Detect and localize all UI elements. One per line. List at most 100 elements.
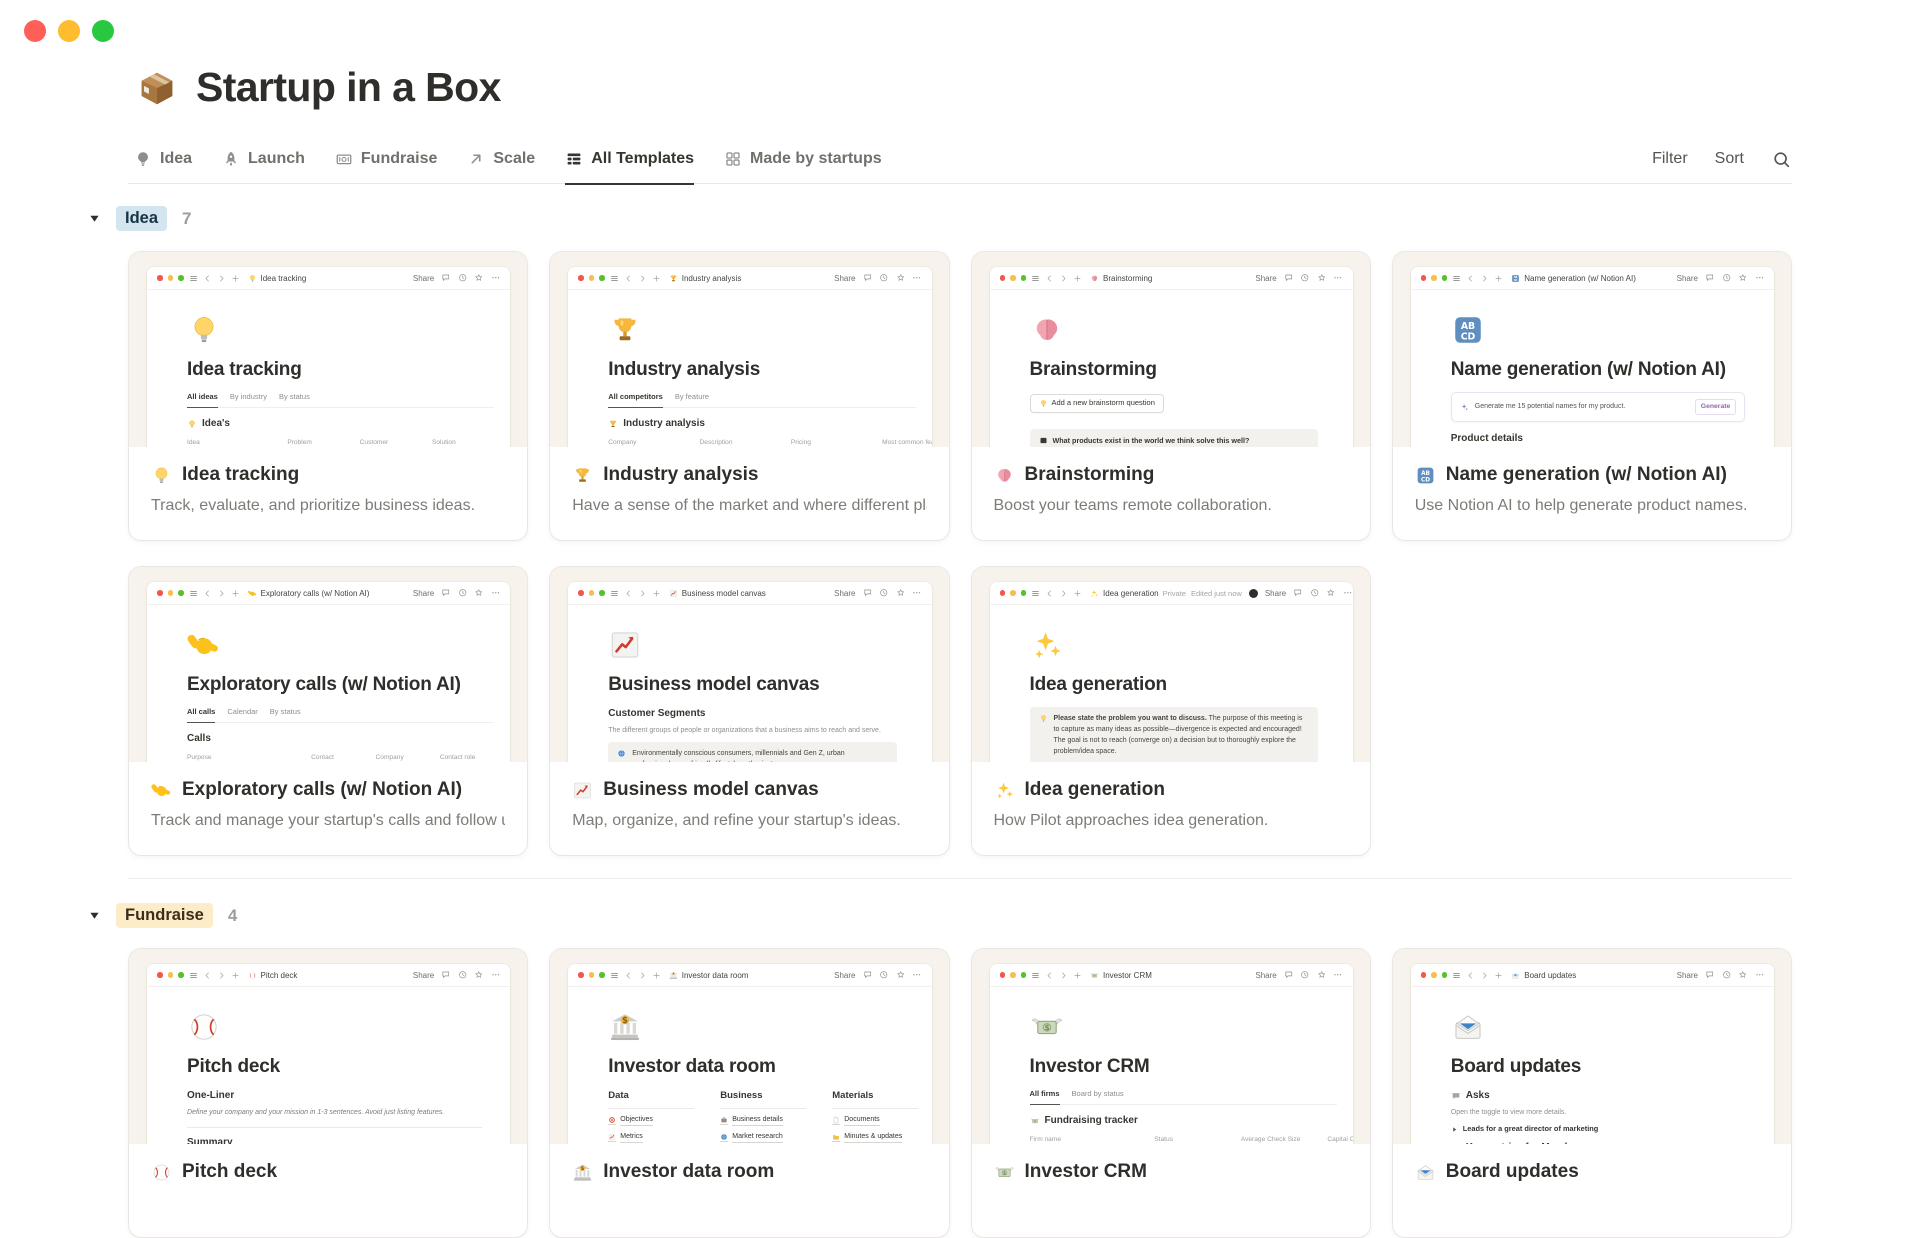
table-column-header: Purpose (187, 751, 301, 762)
mini-zoom-icon (1441, 275, 1448, 281)
window-controls (24, 20, 114, 42)
chev-right-icon (217, 971, 226, 980)
abcd-icon: AB CD (1415, 465, 1436, 486)
preview-view-tabs: All firms Board by status (1029, 1089, 1337, 1105)
collapse-triangle-icon[interactable] (88, 212, 101, 225)
template-card-brainstorming[interactable]: Brainstorming Share Brainstorming Add a new… (970, 251, 1371, 541)
preview-heading: Idea generation (1029, 673, 1168, 695)
card-description: Track and manage your startup's calls an… (151, 812, 506, 829)
preview-table: Company Description Pricing Most common fea… (608, 436, 931, 447)
card-info: Industry analysis Have a sense of the mar… (550, 447, 949, 515)
dots-icon (912, 273, 922, 283)
card-info: Exploratory calls (w/ Notion AI) Track an… (129, 762, 528, 830)
dots-icon (912, 970, 922, 980)
card-title: Investor data room (603, 1161, 775, 1182)
mini-window-title: $ Investor data room (669, 971, 748, 980)
package-icon (134, 65, 180, 111)
preview-subheading: Product details (1450, 432, 1523, 444)
tab-scale[interactable]: Scale (467, 135, 535, 185)
chev-right-icon (1480, 971, 1489, 980)
dots-icon (1755, 970, 1765, 980)
comment-icon (441, 588, 451, 598)
template-card-idea-tracking[interactable]: Idea tracking Share Idea tracking All ideas… (128, 251, 529, 541)
trophy-icon (608, 419, 618, 429)
preview-button: Add a new brainstorm question (1029, 394, 1164, 413)
template-card-name-generation-w-notion-ai[interactable]: AB CD Name generation (w/ Notion AI) Share A… (1391, 251, 1792, 541)
card-description: Use Notion AI to help generate product n… (1414, 497, 1748, 514)
money-wings-icon: $ (1030, 1010, 1064, 1044)
dots-icon (912, 588, 922, 598)
section-count: 7 (182, 208, 192, 228)
comment-icon (1705, 273, 1715, 283)
page-title: Startup in a Box (196, 64, 501, 110)
preview-text: Open the toggle to view more details. (1450, 1109, 1567, 1117)
mini-minimize-icon (167, 590, 173, 596)
mini-window-header: Industry analysis Share (568, 267, 932, 290)
table-column-header: Company (608, 436, 689, 447)
template-card-investor-data-room[interactable]: $ Investor data room Share $ Investor data r… (549, 948, 950, 1238)
card-title: Board updates (1445, 1161, 1579, 1182)
search-icon[interactable] (1771, 149, 1792, 170)
clock-icon (1300, 970, 1310, 980)
mini-zoom-icon (178, 590, 184, 596)
tab-all-templates[interactable]: All Templates (565, 135, 695, 185)
comment-icon (1284, 273, 1294, 283)
template-card-investor-crm[interactable]: $ Investor CRM Share $ Investor CRM All firms… (970, 948, 1371, 1238)
menu-icon (1452, 274, 1461, 283)
tab-made-by-startups[interactable]: Made by startups (724, 135, 882, 185)
chev-right-icon (638, 589, 647, 598)
template-card-board-updates[interactable]: Board updates Share Board updates Asks Open … (1391, 948, 1792, 1238)
menu-icon (610, 589, 619, 598)
card-description: Boost your teams remote collaboration. (993, 497, 1272, 514)
tab-label: Made by startups (750, 149, 882, 167)
template-card-pitch-deck[interactable]: Pitch deck Share Pitch deck One-Liner Define… (128, 948, 529, 1238)
table-column-header: Firm name (1030, 1133, 1145, 1144)
trophy-icon (669, 274, 678, 283)
chev-right-icon (638, 971, 647, 980)
section-badge[interactable]: Fundraise (116, 903, 213, 928)
window-close-button[interactable] (24, 20, 46, 42)
preview-columns: Data Objectives Metrics Business Business de… (608, 1089, 919, 1144)
collapse-triangle-icon[interactable] (88, 909, 101, 922)
abcd-icon: AB CD (1451, 313, 1485, 347)
card-info: Idea generation How Pilot approaches idea… (971, 762, 1370, 830)
cards-grid: Idea tracking Share Idea tracking All ideas… (128, 251, 1792, 856)
sort-button[interactable]: Sort (1715, 150, 1744, 168)
lightbulb-icon (1039, 714, 1048, 723)
mini-window-title: Pitch deck (248, 971, 297, 980)
tri-right-icon (1451, 1126, 1458, 1133)
rocket-icon (222, 150, 240, 168)
preview-page-icon: AB CD (1451, 313, 1758, 351)
preview-page-icon (1030, 628, 1337, 666)
preview-page-icon (608, 313, 915, 351)
dots-icon (1755, 273, 1765, 283)
mini-window-body: AB CD Name generation (w/ Notion AI) Genera… (1411, 290, 1774, 447)
mini-share-label: Share (834, 970, 856, 980)
template-card-exploratory-calls-w-notion-ai[interactable]: Exploratory calls (w/ Notion AI) Share Exp… (128, 566, 529, 856)
sparkles-icon (1090, 589, 1099, 598)
mini-minimize-icon (1010, 972, 1016, 978)
template-card-business-model-canvas[interactable]: Business model canvas Share Business model… (549, 566, 950, 856)
mini-minimize-icon (588, 972, 595, 978)
preview-page-link: Documents (832, 1115, 918, 1126)
lightbulb-icon (187, 313, 221, 347)
template-card-industry-analysis[interactable]: Industry analysis Share Industry analysis A… (549, 251, 950, 541)
tab-idea[interactable]: Idea (134, 135, 192, 185)
chart-up-icon (669, 589, 678, 598)
filter-button[interactable]: Filter (1652, 150, 1688, 168)
call-me-icon (151, 780, 172, 801)
preview-text: Define your company and your mission in … (187, 1109, 445, 1117)
tab-fundraise[interactable]: Fundraise (335, 135, 437, 185)
section-badge[interactable]: Idea (116, 206, 168, 231)
comment-icon (1284, 970, 1294, 980)
window-minimize-button[interactable] (58, 20, 80, 42)
card-preview: $ Investor CRM Share $ Investor CRM All firms… (971, 949, 1370, 1144)
mini-window-header: Exploratory calls (w/ Notion AI) Share (147, 582, 511, 605)
card-preview: Industry analysis Share Industry analysis A… (550, 252, 949, 447)
clock-icon (458, 588, 468, 598)
tab-launch[interactable]: Launch (222, 135, 305, 185)
template-card-idea-generation[interactable]: Idea generation Private Edited just now Sha… (970, 566, 1371, 856)
mini-window: Board updates Share Board updates Asks Open … (1410, 964, 1774, 1144)
mini-window: Industry analysis Share Industry analysis A… (568, 267, 932, 447)
window-zoom-button[interactable] (92, 20, 114, 42)
